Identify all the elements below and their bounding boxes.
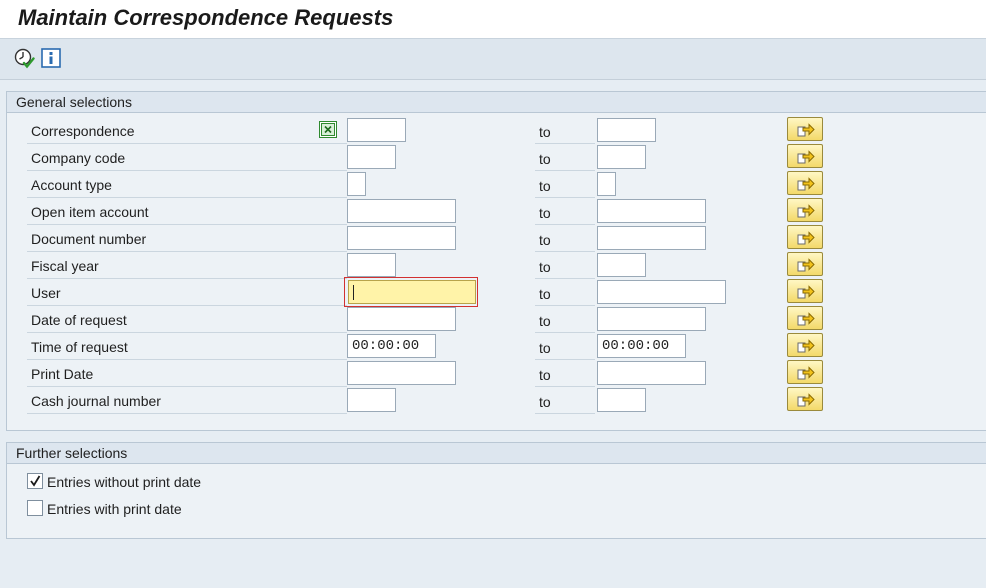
execute-button[interactable]	[13, 47, 35, 69]
account-type-from-input[interactable]	[347, 172, 366, 196]
multiple-selection-button[interactable]	[787, 225, 823, 249]
row-label: Cash journal number	[27, 390, 347, 414]
cash-journal-number-to-input[interactable]	[597, 388, 646, 412]
time-of-request-to-input[interactable]: 00:00:00	[597, 334, 686, 358]
multiple-selection-button[interactable]	[787, 387, 823, 411]
to-label: to	[535, 309, 595, 333]
selection-row-fiscal-year: Fiscal year to	[7, 252, 986, 280]
date-of-request-to-input[interactable]	[597, 307, 706, 331]
multiple-selection-icon[interactable]	[319, 121, 337, 138]
row-label: Print Date	[27, 363, 347, 387]
to-label: to	[535, 174, 595, 198]
to-label: to	[535, 255, 595, 279]
arrow-right-icon	[797, 177, 815, 191]
selection-row-open-item-account: Open item account to	[7, 198, 986, 226]
document-number-from-input[interactable]	[347, 226, 456, 250]
page-title: Maintain Correspondence Requests	[18, 5, 394, 30]
to-label: to	[535, 282, 595, 306]
arrow-right-icon	[797, 258, 815, 272]
arrow-right-icon	[797, 150, 815, 164]
row-label: Open item account	[27, 201, 347, 225]
selection-row-document-number: Document number to	[7, 225, 986, 253]
multiple-selection-button[interactable]	[787, 117, 823, 141]
arrow-right-icon	[797, 312, 815, 326]
execute-clock-icon	[14, 48, 35, 69]
to-label: to	[535, 147, 595, 171]
title-bar: Maintain Correspondence Requests	[0, 0, 986, 39]
document-number-to-input[interactable]	[597, 226, 706, 250]
cash-journal-number-from-input[interactable]	[347, 388, 396, 412]
option-label: Entries with print date	[47, 501, 182, 517]
open-item-account-from-input[interactable]	[347, 199, 456, 223]
row-label: Document number	[27, 228, 347, 252]
info-icon	[41, 48, 61, 68]
fiscal-year-from-input[interactable]	[347, 253, 396, 277]
multiple-selection-button[interactable]	[787, 144, 823, 168]
arrow-right-icon	[797, 393, 815, 407]
selection-row-print-date: Print Date to	[7, 360, 986, 388]
selection-row-correspondence: Correspondence to	[7, 117, 986, 145]
to-label: to	[535, 228, 595, 252]
application-toolbar	[0, 39, 986, 80]
general-selections-group: General selections Correspondence to Com…	[6, 91, 986, 431]
multiple-selection-button[interactable]	[787, 360, 823, 384]
company-code-to-input[interactable]	[597, 145, 646, 169]
user-to-input[interactable]	[597, 280, 726, 304]
information-button[interactable]	[40, 47, 62, 69]
time-of-request-from-input[interactable]: 00:00:00	[347, 334, 436, 358]
correspondence-to-input[interactable]	[597, 118, 656, 142]
multiple-selection-button[interactable]	[787, 252, 823, 276]
arrow-right-icon	[797, 123, 815, 137]
multiple-selection-button[interactable]	[787, 198, 823, 222]
selection-row-user: User to	[7, 277, 986, 307]
fiscal-year-to-input[interactable]	[597, 253, 646, 277]
option-label: Entries without print date	[47, 474, 202, 490]
further-selections-group: Further selections Entries without print…	[6, 442, 986, 539]
arrow-right-icon	[797, 366, 815, 380]
to-label: to	[535, 390, 595, 414]
selection-row-time-of-request: Time of request 00:00:00 to 00:00:00	[7, 333, 986, 361]
arrow-right-icon	[797, 204, 815, 218]
print-date-from-input[interactable]	[347, 361, 456, 385]
correspondence-from-input[interactable]	[347, 118, 406, 142]
print-date-to-input[interactable]	[597, 361, 706, 385]
arrow-right-icon	[797, 285, 815, 299]
arrow-right-icon	[797, 339, 815, 353]
row-label: Fiscal year	[27, 255, 347, 279]
row-label: Correspondence	[27, 120, 347, 144]
account-type-to-input[interactable]	[597, 172, 616, 196]
row-label: User	[27, 282, 347, 306]
multiple-selection-button[interactable]	[787, 333, 823, 357]
open-item-account-to-input[interactable]	[597, 199, 706, 223]
multiple-selection-button[interactable]	[787, 171, 823, 195]
to-label: to	[535, 120, 595, 144]
row-label: Date of request	[27, 309, 347, 333]
selection-row-date-of-request: Date of request to	[7, 306, 986, 334]
checkbox-entries-without-print-date[interactable]	[27, 473, 43, 489]
to-label: to	[535, 336, 595, 360]
row-label: Time of request	[27, 336, 347, 360]
multiple-selection-button[interactable]	[787, 306, 823, 330]
checkmark-icon	[30, 475, 41, 487]
row-label: Account type	[27, 174, 347, 198]
to-label: to	[535, 363, 595, 387]
further-selections-header: Further selections	[7, 443, 986, 464]
to-label: to	[535, 201, 595, 225]
multi-select-x-icon	[321, 123, 335, 136]
selection-row-company-code: Company code to	[7, 144, 986, 172]
company-code-from-input[interactable]	[347, 145, 396, 169]
row-label: Company code	[27, 147, 347, 171]
date-of-request-from-input[interactable]	[347, 307, 456, 331]
user-from-input[interactable]	[348, 280, 476, 304]
arrow-right-icon	[797, 231, 815, 245]
selection-row-account-type: Account type to	[7, 171, 986, 199]
general-selections-header: General selections	[7, 92, 986, 113]
selection-row-cash-journal-number: Cash journal number to	[7, 387, 986, 415]
checkbox-entries-with-print-date[interactable]	[27, 500, 43, 516]
text-cursor	[353, 285, 354, 300]
multiple-selection-button[interactable]	[787, 279, 823, 303]
